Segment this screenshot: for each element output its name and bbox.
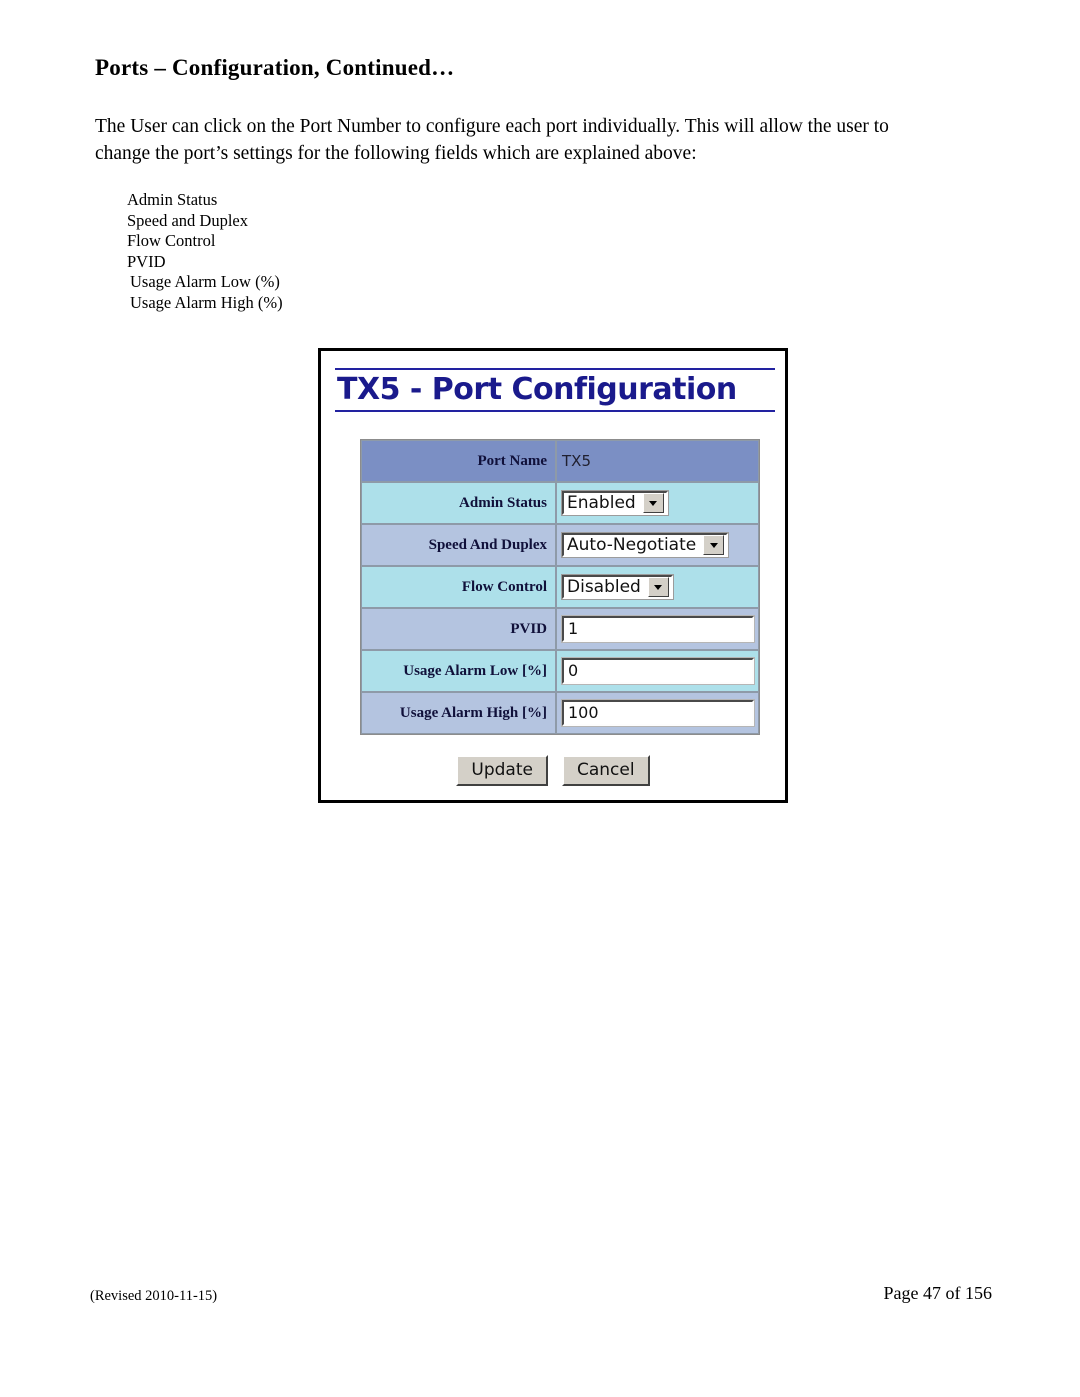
list-item: PVID: [127, 251, 166, 271]
chevron-down-icon[interactable]: [703, 535, 725, 555]
form-button-bar: Update Cancel: [321, 755, 785, 786]
intro-paragraph-line-2: change the port’s settings for the follo…: [95, 143, 697, 164]
row-label-port-name: Port Name: [361, 440, 556, 482]
row-value-pvid: 1: [556, 608, 759, 650]
chevron-down-icon[interactable]: [642, 493, 664, 513]
row-value-usage-alarm-high: 100: [556, 692, 759, 734]
list-item: Speed and Duplex: [127, 210, 248, 230]
app-heading-block: TX5 - Port Configuration: [335, 368, 775, 412]
table-row: Admin Status Enabled: [361, 482, 759, 524]
footer-page-number: Page 47 of 156: [883, 1283, 992, 1303]
row-value-port-name: TX5: [556, 440, 759, 482]
port-name-value: TX5: [562, 451, 591, 470]
footer-revision: (Revised 2010-11-15): [90, 1288, 218, 1304]
table-row: Speed And Duplex Auto-Negotiate: [361, 524, 759, 566]
row-label-usage-alarm-high: Usage Alarm High [%]: [361, 692, 556, 734]
intro-paragraph: The User can click on the Port Number to…: [95, 113, 1020, 167]
row-label-speed-and-duplex: Speed And Duplex: [361, 524, 556, 566]
list-item: Usage Alarm High (%): [130, 292, 283, 312]
list-item: Usage Alarm Low (%): [130, 272, 280, 291]
row-label-usage-alarm-low: Usage Alarm Low [%]: [361, 650, 556, 692]
table-row: Usage Alarm Low [%] 0: [361, 650, 759, 692]
row-label-admin-status: Admin Status: [361, 482, 556, 524]
usage-alarm-low-input[interactable]: 0: [561, 657, 755, 685]
heading-rule-bottom: [335, 410, 775, 412]
port-configuration-screenshot: TX5 - Port Configuration Port Name TX5 A…: [318, 348, 788, 803]
port-configuration-table: Port Name TX5 Admin Status Enabled Speed…: [360, 439, 760, 735]
speed-and-duplex-select[interactable]: Auto-Negotiate: [560, 532, 730, 558]
flow-control-select[interactable]: Disabled: [561, 574, 674, 600]
list-item: Flow Control: [127, 231, 216, 250]
admin-status-select[interactable]: Enabled: [561, 490, 669, 516]
app-heading: TX5 - Port Configuration: [337, 372, 737, 407]
row-value-admin-status: Enabled: [556, 482, 759, 524]
row-value-flow-control: Disabled: [556, 566, 759, 608]
update-button[interactable]: Update: [456, 755, 548, 786]
list-item: Admin Status: [127, 190, 218, 209]
configurable-fields-list: Admin Status Speed and Duplex Flow Contr…: [127, 190, 283, 313]
pvid-input[interactable]: 1: [561, 615, 755, 643]
table-row: Port Name TX5: [361, 440, 759, 482]
page-title: Ports – Configuration, Continued…: [95, 55, 455, 80]
admin-status-selected-value: Enabled: [567, 493, 636, 513]
row-value-usage-alarm-low: 0: [556, 650, 759, 692]
speed-and-duplex-selected-value: Auto-Negotiate: [567, 535, 697, 555]
row-value-speed-and-duplex: Auto-Negotiate: [556, 524, 759, 566]
cancel-button[interactable]: Cancel: [561, 755, 650, 786]
table-row: Flow Control Disabled: [361, 566, 759, 608]
chevron-down-icon[interactable]: [647, 577, 669, 597]
usage-alarm-high-input[interactable]: 100: [561, 699, 755, 727]
table-row: Usage Alarm High [%] 100: [361, 692, 759, 734]
flow-control-selected-value: Disabled: [567, 577, 641, 597]
table-row: PVID 1: [361, 608, 759, 650]
row-label-flow-control: Flow Control: [361, 566, 556, 608]
intro-paragraph-line-1: The User can click on the Port Number to…: [95, 116, 889, 137]
row-label-pvid: PVID: [361, 608, 556, 650]
screenshot-content: TX5 - Port Configuration Port Name TX5 A…: [321, 351, 785, 800]
